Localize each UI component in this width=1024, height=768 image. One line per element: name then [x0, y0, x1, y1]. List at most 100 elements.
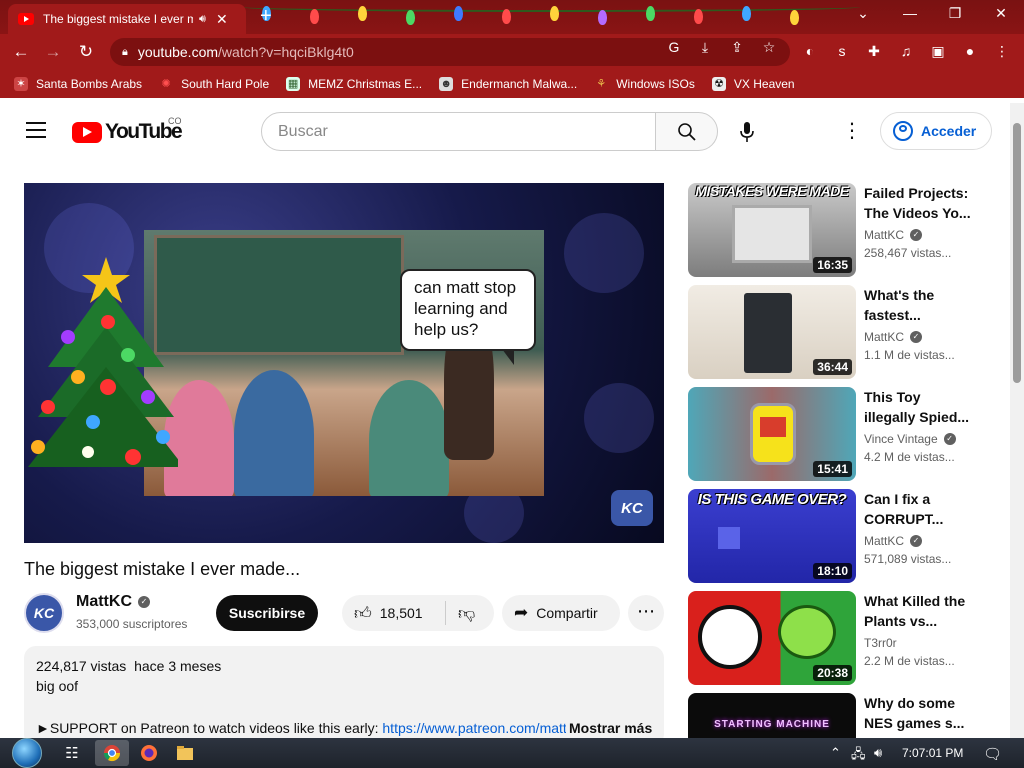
view-count: 224,817 vistas	[36, 658, 127, 674]
network-icon[interactable]: 🖧︎	[851, 745, 866, 767]
bookmark-item[interactable]: ✺ South Hard Pole	[159, 77, 269, 91]
task-view-icon[interactable]: ☷	[55, 740, 89, 766]
profile-avatar-icon[interactable]: ●	[960, 43, 980, 59]
search-icon	[677, 122, 696, 141]
like-count: 18,501	[379, 605, 423, 621]
channel-watermark[interactable]: KC	[611, 490, 653, 526]
start-button[interactable]	[10, 738, 44, 768]
side-panel-icon[interactable]: ▣	[928, 43, 948, 60]
address-bar[interactable]: 🔒︎ youtube.com/watch?v=hqciBklg4t0	[110, 38, 790, 66]
related-channel: MattKC ✓	[864, 228, 923, 242]
bookmark-item[interactable]: ▦ MEMZ Christmas E...	[286, 77, 422, 91]
dislike-button[interactable]: 👎︎	[446, 603, 475, 624]
vx-icon: ☢	[711, 77, 726, 91]
youtube-logo[interactable]: YouTube CO	[72, 116, 183, 144]
youtube-page: YouTube CO Buscar ⋮ Acceder can matt sto…	[0, 103, 1010, 738]
share-page-icon[interactable]: ⇪	[727, 39, 747, 56]
lock-icon: 🔒︎	[122, 45, 128, 58]
share-button[interactable]: ➦ Compartir	[502, 595, 620, 631]
related-video[interactable]: STARTING MACHINE Why do some NES games s…	[688, 693, 988, 738]
flag-extension-icon[interactable]: ◐	[800, 43, 820, 59]
menu-hamburger-icon[interactable]	[26, 122, 46, 138]
search-placeholder: Buscar	[278, 122, 328, 140]
related-title: What's the fastest...	[864, 287, 935, 323]
browser-menu-icon[interactable]: ⋮	[992, 43, 1012, 60]
active-tab[interactable]: The biggest mistake I ever m 🔊︎ ✕	[8, 4, 246, 34]
related-title: This Toy illegally Spied...	[864, 389, 970, 425]
thumbs-down-icon: 👎︎	[458, 603, 476, 623]
restore-button[interactable]: ❐	[941, 5, 969, 22]
system-clock[interactable]: 7:07:01 PM	[902, 746, 963, 760]
url-path: /watch?v=hqciBklg4t0	[218, 44, 354, 60]
file-explorer-icon[interactable]	[168, 740, 202, 766]
video-duration: 16:35	[813, 257, 852, 273]
notifications-icon[interactable]: 🗨︎	[983, 745, 1002, 763]
bookmark-item[interactable]: ✶ Santa Bombs Arabs	[14, 77, 142, 91]
show-hidden-icons-chevron-icon[interactable]: ⌃	[830, 745, 841, 761]
video-duration: 15:41	[813, 461, 852, 477]
signin-button[interactable]: Acceder	[880, 112, 992, 150]
verified-check-icon: ✓	[910, 535, 923, 547]
speech-bubble: can matt stop learning and help us?	[400, 269, 536, 365]
video-thumbnail: 36:44	[688, 285, 856, 379]
bookmark-label: MEMZ Christmas E...	[308, 77, 423, 91]
video-title: The biggest mistake I ever made...	[24, 559, 301, 579]
speaker-icon[interactable]: 🔊︎	[199, 13, 206, 26]
thumbnail-text: IS THIS GAME OVER?	[697, 491, 847, 508]
related-video[interactable]: MISTAKES WERE MADE 16:35 Failed Projects…	[688, 183, 988, 277]
related-video[interactable]: IS THIS GAME OVER? 18:10 Can I fix a COR…	[688, 489, 988, 583]
thumbnail-text: MISTAKES WERE MADE	[695, 183, 849, 199]
extensions-puzzle-icon[interactable]: ✚	[864, 43, 884, 60]
video-duration: 18:10	[813, 563, 852, 579]
install-app-icon[interactable]: ⤓	[695, 39, 715, 56]
related-video[interactable]: 36:44 What's the fastest... MattKC ✓ 1.1 …	[688, 285, 988, 379]
bookmark-item[interactable]: ☢ VX Heaven	[711, 77, 795, 91]
volume-icon[interactable]: 🔊︎	[874, 745, 882, 761]
reload-button[interactable]: ↻	[75, 42, 97, 62]
bookmark-label: Windows ISOs	[616, 77, 695, 91]
bookmark-star-icon[interactable]: ☆	[759, 39, 779, 56]
bookmark-label: Endermanch Malwa...	[461, 77, 578, 91]
related-video[interactable]: 15:41 This Toy illegally Spied... Vince …	[688, 387, 988, 481]
page-scrollbar[interactable]	[1010, 103, 1024, 738]
forward-button[interactable]: →	[42, 42, 64, 62]
bookmark-item[interactable]: ⚘ Windows ISOs	[594, 77, 695, 91]
christmas-tree-icon	[28, 257, 178, 467]
back-button[interactable]: ←	[10, 42, 32, 62]
show-more-button[interactable]: Mostrar más	[569, 720, 652, 736]
video-thumbnail: 15:41	[688, 387, 856, 481]
santa-icon: ✶	[14, 77, 28, 91]
tab-search-chevron-icon[interactable]: ⌄	[849, 5, 877, 22]
windows-orb-icon	[12, 738, 42, 768]
google-lens-icon[interactable]: G	[664, 39, 684, 55]
browser-toolbar: ← → ↻ 🔒︎ youtube.com/watch?v=hqciBklg4t0…	[0, 34, 1024, 70]
description-box[interactable]: 224,817 vistas hace 3 meses big oof ►SUP…	[24, 646, 664, 738]
patreon-link[interactable]: https://www.patreon.com/mattkc	[382, 720, 566, 736]
like-button[interactable]: 👍︎ 18,501	[342, 601, 446, 625]
related-video[interactable]: 20:38 What Killed the Plants vs... T3rr0…	[688, 591, 988, 685]
channel-name-container[interactable]: MattKC ✓	[76, 593, 150, 611]
close-window-button[interactable]: ✕	[987, 5, 1015, 22]
support-text: ►SUPPORT on Patreon to watch videos like…	[36, 720, 383, 736]
media-controls-icon[interactable]: ♫	[896, 43, 916, 59]
bookmark-item[interactable]: ☻ Endermanch Malwa...	[439, 77, 577, 91]
new-tab-button[interactable]: +	[260, 6, 272, 26]
firefox-taskbar-icon[interactable]	[132, 740, 166, 766]
voice-search-button[interactable]	[728, 113, 765, 150]
scrollbar-thumb[interactable]	[1013, 123, 1021, 383]
search-input[interactable]: Buscar	[261, 112, 656, 151]
extension-s-icon[interactable]: s	[832, 43, 852, 59]
video-player[interactable]: can matt stop learning and help us? KC	[24, 183, 664, 543]
subscribe-button[interactable]: Suscribirse	[216, 595, 318, 631]
search-button[interactable]	[655, 112, 718, 151]
close-tab-icon[interactable]: ✕	[216, 11, 228, 28]
more-actions-icon[interactable]: ⋯	[628, 595, 664, 631]
channel-avatar[interactable]: KC	[24, 593, 64, 633]
minimize-button[interactable]: —	[896, 5, 924, 21]
description-line: big oof	[36, 678, 79, 694]
related-channel: MattKC ✓	[864, 534, 923, 548]
chrome-taskbar-icon[interactable]	[95, 740, 129, 766]
channel-name: MattKC	[76, 593, 132, 610]
upload-age: hace 3 meses	[134, 658, 222, 674]
settings-kebab-icon[interactable]: ⋮	[840, 119, 864, 143]
